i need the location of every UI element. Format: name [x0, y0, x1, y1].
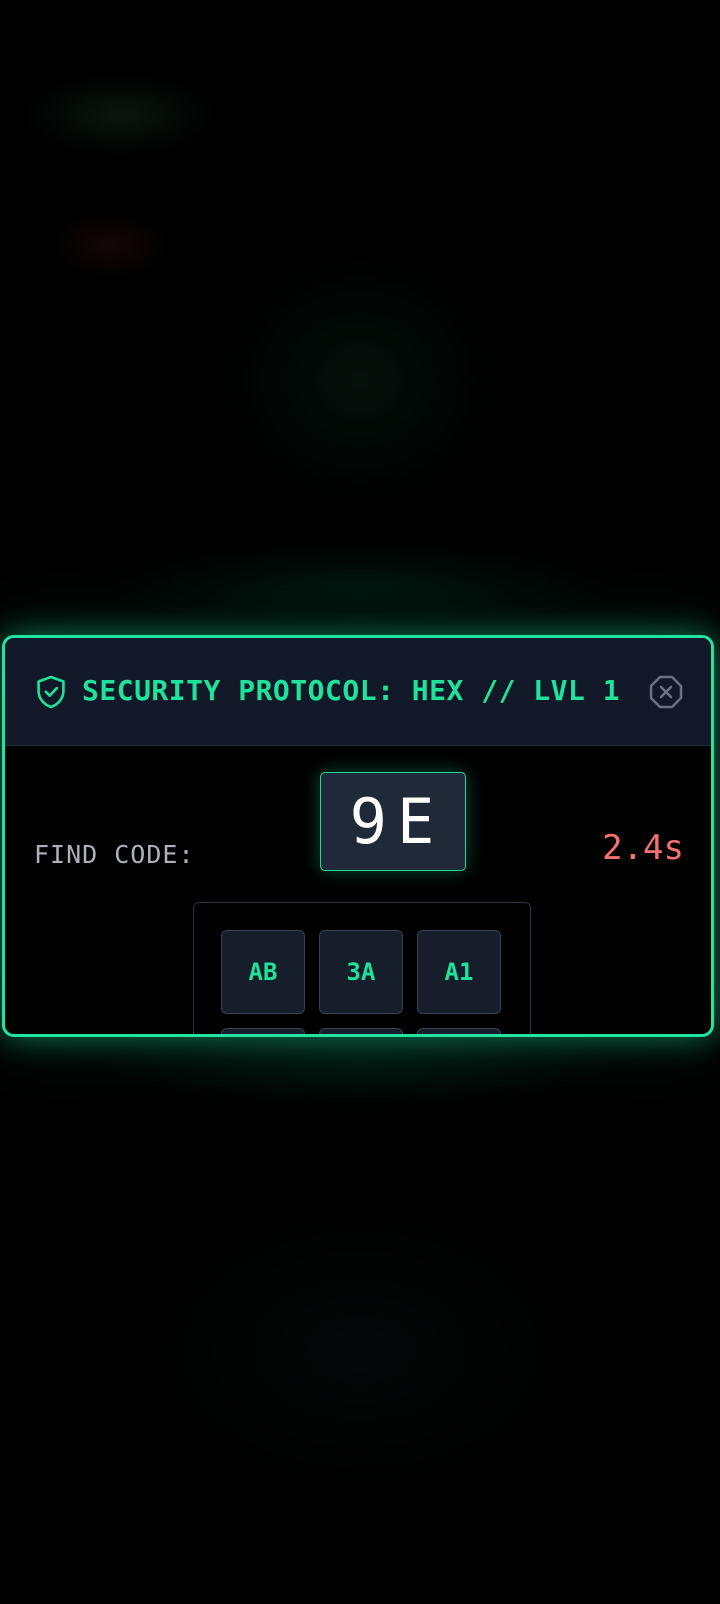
- code-grid: AB 3A A1: [193, 902, 531, 1034]
- modal-header: SECURITY PROTOCOL: HEX // LVL 1: [5, 638, 711, 746]
- close-octagon-icon[interactable]: [649, 675, 683, 709]
- code-button[interactable]: AB: [221, 930, 305, 1014]
- target-code-display: 9E: [320, 772, 466, 871]
- shield-check-icon: [37, 675, 65, 709]
- code-button[interactable]: 3A: [319, 930, 403, 1014]
- countdown-timer: 2.4s: [602, 828, 684, 868]
- code-button[interactable]: A1: [417, 930, 501, 1014]
- code-button-partial[interactable]: [319, 1028, 403, 1034]
- code-button-partial[interactable]: [221, 1028, 305, 1034]
- find-code-label: FIND CODE:: [34, 840, 195, 869]
- security-modal: SECURITY PROTOCOL: HEX // LVL 1 FIND COD…: [2, 635, 714, 1037]
- modal-title: SECURITY PROTOCOL: HEX // LVL 1: [82, 674, 621, 707]
- code-button-partial[interactable]: [417, 1028, 501, 1034]
